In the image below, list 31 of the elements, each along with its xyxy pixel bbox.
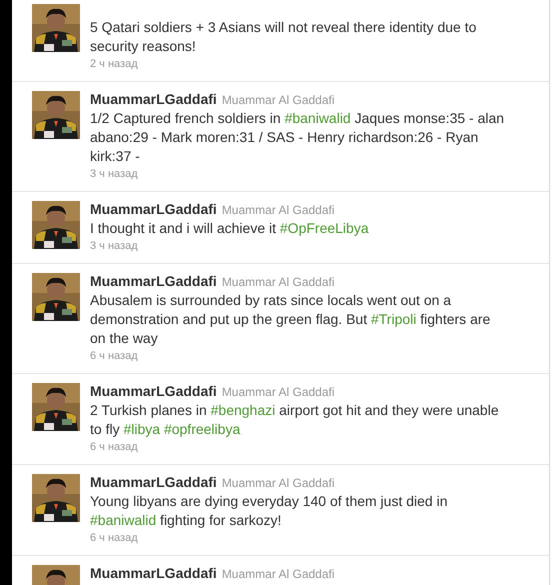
hashtag-link[interactable]: #opfreelibya [164, 421, 240, 437]
username[interactable]: MuammarLGaddafi [90, 91, 217, 108]
tweet-text: Abusalem is surrounded by rats since locals went out on a demonstration and put up the green flag. But #Tripoli fighters are on the way [90, 291, 492, 348]
timestamp[interactable]: 2 ч назад [90, 57, 509, 71]
full-name: Muammar Al Gaddafi [222, 384, 335, 401]
timestamp[interactable]: 6 ч назад [90, 440, 509, 454]
tweet-text: 2 Turkish planes in #benghazi airport got hit and they were unable to fly #libya #opfreelibya [90, 401, 500, 439]
hashtag-link[interactable]: #libya [123, 421, 160, 437]
hashtag-link[interactable]: #OpFreeLibya [280, 220, 369, 236]
username[interactable]: MuammarLGaddafi [90, 273, 217, 290]
hashtag-link[interactable]: #baniwalid [284, 110, 351, 126]
tweet-text: I thought it and i will achieve it #OpFreeLibya [90, 219, 370, 238]
hashtag-link[interactable]: #baniwalid [90, 512, 156, 528]
full-name: Muammar Al Gaddafi [222, 566, 335, 583]
timestamp[interactable]: 6 ч назад [90, 531, 509, 545]
timestamp[interactable]: 3 ч назад [90, 167, 509, 181]
full-name: Muammar Al Gaddafi [222, 274, 335, 291]
full-name: Muammar Al Gaddafi [222, 202, 335, 219]
hashtag-link[interactable]: #Tripoli [370, 311, 416, 327]
tweet-text: Young libyans are dying everyday 140 of them just died in #baniwalid fighting for sarkozy! [90, 492, 448, 530]
username[interactable]: MuammarLGaddafi [90, 201, 217, 218]
username[interactable]: MuammarLGaddafi [90, 565, 217, 582]
full-name: Muammar Al Gaddafi [222, 92, 335, 109]
tweet-text: 5 Qatari soldiers + 3 Asians will not reveal there identity due to security reasons! [90, 18, 478, 56]
hashtag-link[interactable]: #benghazi [210, 402, 276, 418]
tweet-text: 1/2 Captured french soldiers in #baniwalid Jaques monse:35 - alan abano:29 - Mark moren:31 / SAS - Henry richardson:26 - Ryan kirk:37 - [90, 109, 506, 166]
username[interactable]: MuammarLGaddafi [90, 383, 217, 400]
timestamp[interactable]: 3 ч назад [90, 239, 509, 253]
timestamp[interactable]: 6 ч назад [90, 349, 509, 363]
username[interactable]: MuammarLGaddafi [90, 474, 217, 491]
full-name: Muammar Al Gaddafi [222, 475, 335, 492]
